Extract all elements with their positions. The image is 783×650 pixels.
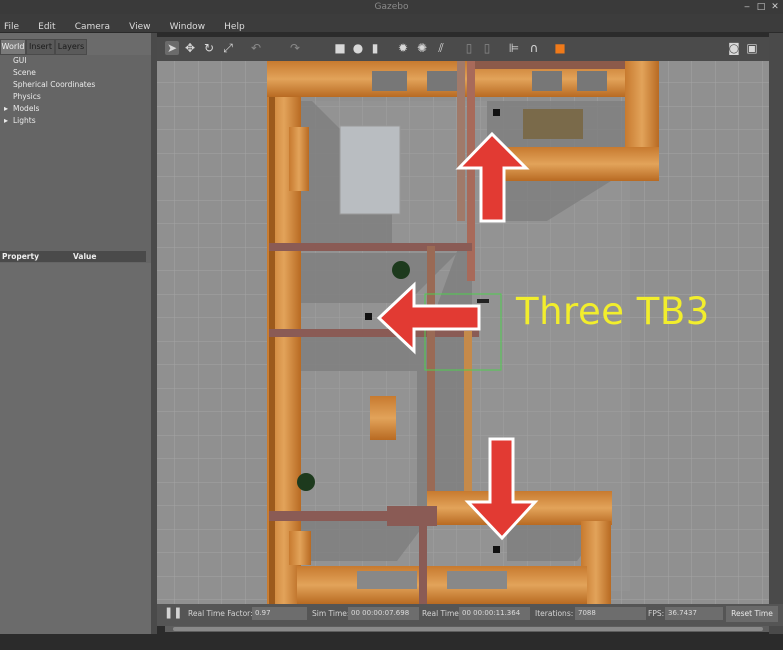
horizontal-scrollbar[interactable] <box>165 626 769 632</box>
point-light-icon[interactable]: ✹ <box>396 41 410 55</box>
left-panel: World Insert Layers GUI Scene Spherical … <box>0 33 151 634</box>
reset-time-button[interactable]: Reset Time <box>726 606 778 622</box>
sim-time-label: Sim Time: <box>312 609 350 618</box>
tab-layers[interactable]: Layers <box>55 39 87 55</box>
rtf-value: 0.97 <box>252 607 307 620</box>
window-title: Gazebo <box>374 2 409 12</box>
orange-mode-icon[interactable]: ■ <box>553 41 567 55</box>
tb3-robot <box>493 109 500 116</box>
tree-item-spherical-coordinates[interactable]: Spherical Coordinates <box>0 79 151 91</box>
close-icon[interactable]: ✕ <box>770 2 780 12</box>
real-time-value: 00 00:00:11.364 <box>459 607 530 620</box>
cylinder-icon[interactable]: ▮ <box>368 41 382 55</box>
toolbar: ➤ ✥ ↻ ⤢ ↶ ↷ ■ ● ▮ ✹ ✺ ⫽ ▯ ▯ ⊫ ∩ ■ ◙ ▣ <box>157 37 769 61</box>
fps-value: 36.7437 <box>665 607 723 620</box>
sim-time-value: 00 00:00:07.698 <box>348 607 419 620</box>
pause-icon[interactable]: ❚❚ <box>164 606 182 619</box>
snap-icon[interactable]: ∩ <box>527 41 541 55</box>
status-bar: ❚❚ Real Time Factor: 0.97 Sim Time: 00 0… <box>157 604 783 626</box>
box-icon[interactable]: ■ <box>333 41 347 55</box>
save-icon[interactable]: ▣ <box>745 41 759 55</box>
fps-label: FPS: <box>648 609 665 618</box>
tree-item-models[interactable]: Models <box>0 103 151 115</box>
rotate-icon[interactable]: ↻ <box>202 41 216 55</box>
tb3-robot <box>365 313 372 320</box>
iterations-value: 7088 <box>575 607 646 620</box>
paste-icon[interactable]: ▯ <box>480 41 494 55</box>
redo-icon[interactable]: ↷ <box>288 41 302 55</box>
tab-world[interactable]: World <box>0 39 26 55</box>
menu-bar: File Edit Camera View Window Help <box>0 14 783 32</box>
spot-light-icon[interactable]: ✺ <box>415 41 429 55</box>
translate-icon[interactable]: ✥ <box>183 41 197 55</box>
real-time-label: Real Time: <box>422 609 462 618</box>
sphere-icon[interactable]: ● <box>351 41 365 55</box>
value-column-label: Value <box>73 252 97 261</box>
copy-icon[interactable]: ▯ <box>462 41 476 55</box>
rtf-label: Real Time Factor: <box>188 609 253 618</box>
property-header: Property Value <box>0 251 146 262</box>
scale-icon[interactable]: ⤢ <box>221 41 235 55</box>
property-panel <box>0 263 151 634</box>
menu-help[interactable]: Help <box>224 18 245 36</box>
window-titlebar: Gazebo ‒ □ ✕ <box>0 0 783 14</box>
scrollbar-thumb[interactable] <box>173 627 763 631</box>
align-icon[interactable]: ⊫ <box>507 41 521 55</box>
iterations-label: Iterations: <box>535 609 574 618</box>
undo-icon[interactable]: ↶ <box>249 41 263 55</box>
right-splitter[interactable] <box>769 33 783 634</box>
menu-window[interactable]: Window <box>170 18 206 36</box>
tb3-robot <box>493 546 500 553</box>
world-tree: GUI Scene Spherical Coordinates Physics … <box>0 55 151 265</box>
tree-item-scene[interactable]: Scene <box>0 67 151 79</box>
tree-item-gui[interactable]: GUI <box>0 55 151 67</box>
tab-insert[interactable]: Insert <box>26 39 55 55</box>
annotation-label: Three TB3 <box>516 290 710 333</box>
tree-item-lights[interactable]: Lights <box>0 115 151 127</box>
directional-light-icon[interactable]: ⫽ <box>434 41 448 55</box>
minimize-icon[interactable]: ‒ <box>742 2 752 12</box>
select-arrow-icon[interactable]: ➤ <box>165 41 179 55</box>
table-object <box>339 125 401 215</box>
property-column-label: Property <box>2 252 39 261</box>
maximize-icon[interactable]: □ <box>756 2 766 12</box>
tree-item-physics[interactable]: Physics <box>0 91 151 103</box>
screenshot-icon[interactable]: ◙ <box>727 41 741 55</box>
